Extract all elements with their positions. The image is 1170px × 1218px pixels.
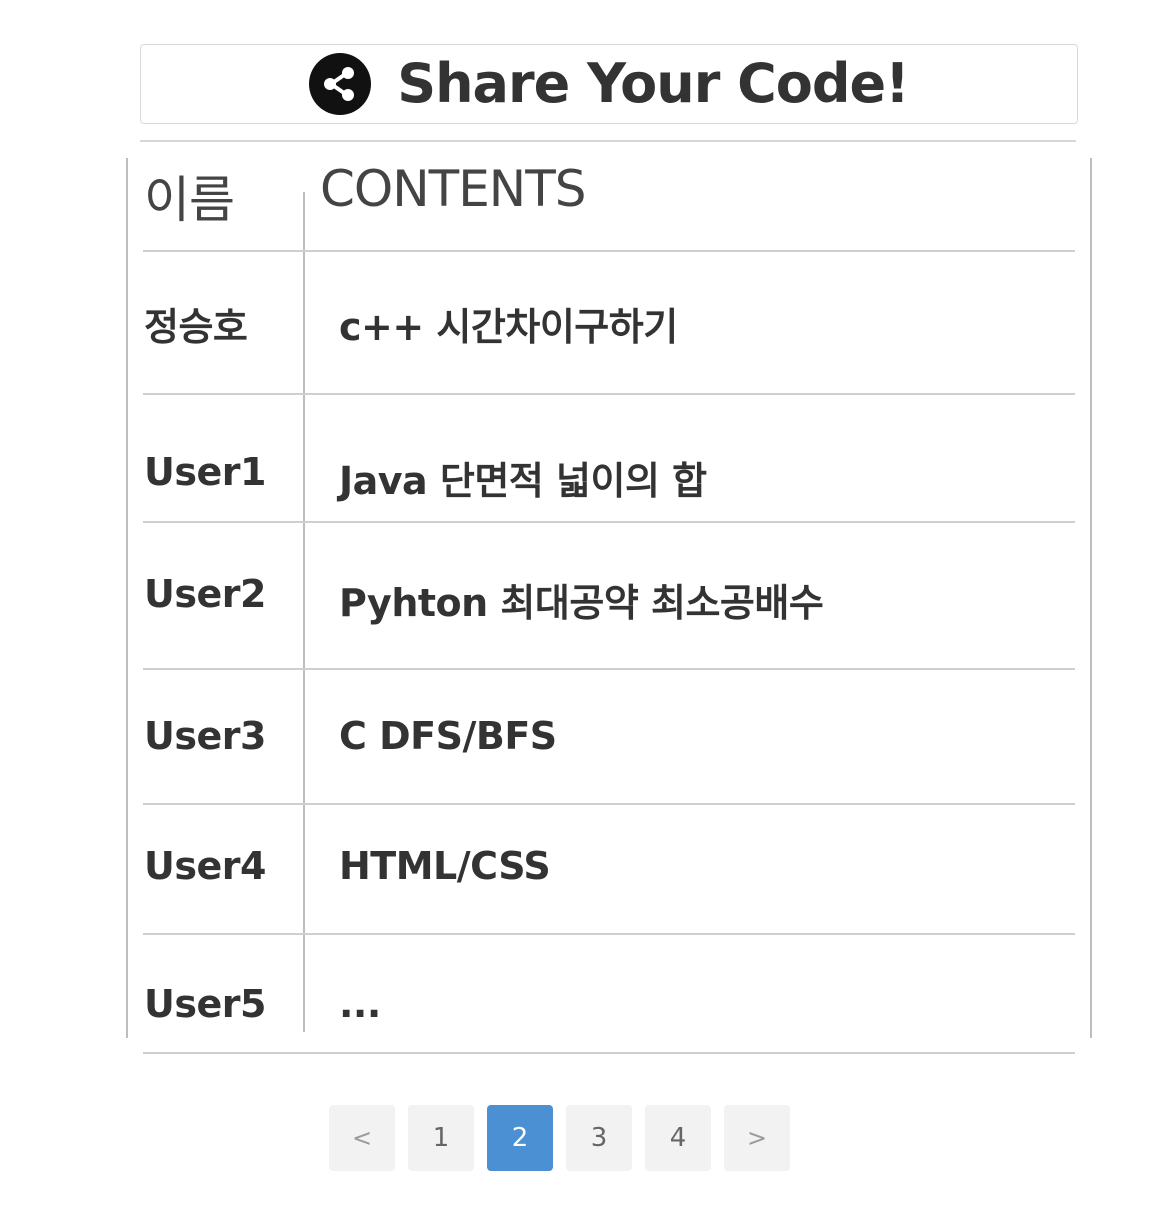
row-author: 정승호: [144, 305, 248, 349]
row-title-link[interactable]: C DFS/BFS: [339, 714, 557, 758]
column-header-contents: CONTENTS: [320, 160, 586, 218]
row-author: User5: [144, 982, 266, 1026]
row-title-link[interactable]: c++ 시간차이구하기: [339, 296, 678, 351]
row-divider: [143, 250, 1075, 252]
column-header-name: 이름: [144, 171, 235, 229]
page-button-1[interactable]: 1: [408, 1105, 474, 1171]
table-bottom-border: [143, 1052, 1075, 1054]
page-title: Share Your Code!: [397, 52, 910, 115]
table-border-left: [126, 158, 128, 1038]
prev-page-button[interactable]: <: [329, 1105, 395, 1171]
share-icon: [309, 53, 372, 115]
next-page-button[interactable]: >: [724, 1105, 790, 1171]
page-button-3[interactable]: 3: [566, 1105, 632, 1171]
pagination: < 1 2 3 4 >: [329, 1105, 790, 1171]
row-author: User1: [144, 450, 266, 494]
row-author: User3: [144, 714, 266, 758]
row-divider: [143, 803, 1075, 805]
row-divider: [143, 521, 1075, 523]
table-border-right: [1090, 158, 1092, 1038]
row-title-link[interactable]: Java 단면적 넓이의 합: [339, 450, 707, 505]
row-divider: [143, 933, 1075, 935]
page-button-4[interactable]: 4: [645, 1105, 711, 1171]
column-divider: [303, 192, 305, 1032]
row-title-link[interactable]: HTML/CSS: [339, 844, 551, 888]
share-banner: Share Your Code!: [140, 44, 1078, 124]
divider: [140, 140, 1076, 142]
row-divider: [143, 393, 1075, 395]
row-author: User4: [144, 844, 266, 888]
code-board-table: 이름 CONTENTS 정승호 c++ 시간차이구하기 User1 Java 단…: [126, 158, 1092, 1038]
row-title-link[interactable]: ...: [339, 982, 381, 1026]
row-author: User2: [144, 572, 266, 616]
row-title-link[interactable]: Pyhton 최대공약 최소공배수: [339, 572, 824, 627]
page-button-2[interactable]: 2: [487, 1105, 553, 1171]
row-divider: [143, 668, 1075, 670]
